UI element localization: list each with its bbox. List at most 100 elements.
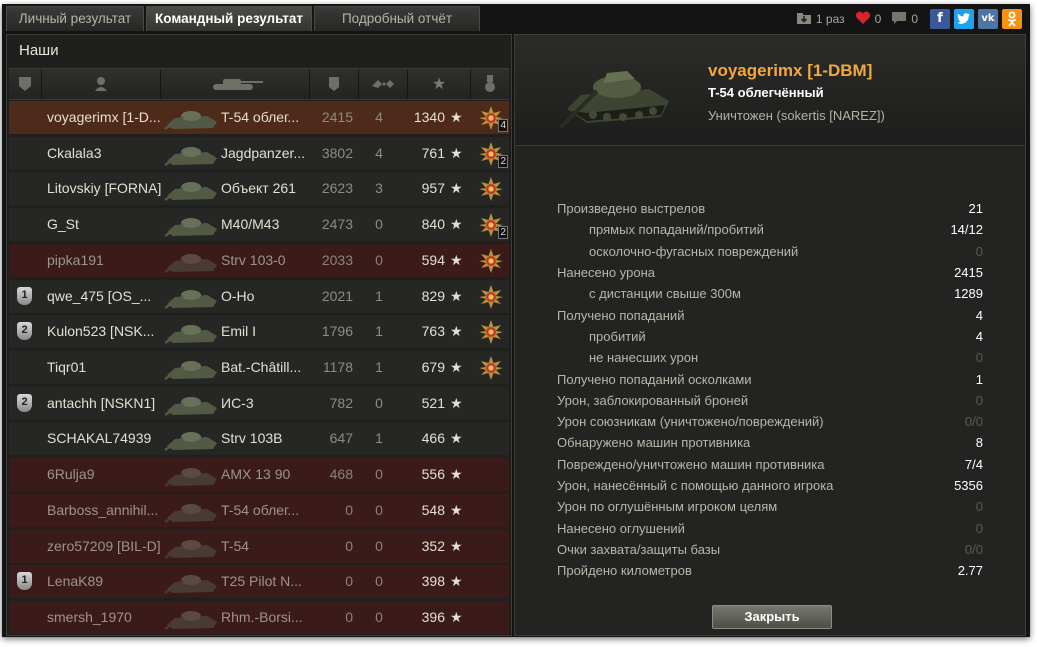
stat-label: с дистанции свыше 300м [589,286,741,302]
player-name: Ckalala3 [47,144,102,161]
damage-value: 647 [329,430,353,447]
class-badge-icon: 1 [17,572,32,591]
download-icon[interactable] [796,11,812,28]
xp-value: 548 [421,501,445,518]
damage-value: 0 [345,573,353,590]
medal-icon[interactable] [479,248,503,273]
xp-value: 679 [421,359,445,376]
medal-icon[interactable] [479,284,503,309]
medal-icon[interactable]: 2 [479,141,508,168]
player-row[interactable]: Litovskiy [FORNA] Объект 261 2623 3 957 ★ [9,172,509,206]
detail-header: voyagerimx [1-DBM] T-54 облегчённый Унич… [515,35,1025,146]
vehicle-name: ИС-3 [221,394,254,411]
stat-label: Получено попаданий осколками [557,371,752,387]
stat-label: прямых попаданий/пробитий [589,222,764,238]
close-button[interactable]: Закрыть [712,605,832,629]
stat-row: Произведено выстрелов 21 [555,198,987,219]
player-row[interactable]: pipka191 Strv 103-0 2033 0 594 ★ [9,243,509,279]
stat-value: 8 [975,435,983,451]
player-name: SCHAKAL74939 [47,430,152,447]
medal-icon[interactable] [479,177,503,202]
stat-label: не нанесших урон [589,350,699,366]
medals-column-icon[interactable] [471,69,509,99]
player-row[interactable]: 2 Kulon523 [NSK... Emil I 1796 1 763 ★ [9,315,509,349]
stat-row: прямых попаданий/пробитий 14/12 [555,219,987,240]
facebook-icon[interactable]: f [930,9,950,29]
damage-value: 1178 [322,359,353,376]
frags-value: 1 [375,323,383,340]
stat-value: 2415 [954,264,983,280]
medal-icon[interactable]: 2 [479,213,508,240]
vehicle-name: Rhm.-Borsi... [221,609,303,626]
xp-star-icon: ★ [450,394,463,411]
medal-icon[interactable]: 4 [479,106,508,132]
damage-value: 2021 [321,287,353,304]
vk-icon[interactable]: vk [978,9,998,29]
vehicle-name: T-54 [221,537,250,554]
player-row[interactable]: Barboss_annihil... T-54 облег... 0 0 548 ★ [9,493,509,529]
player-row[interactable]: Ckalala3 Jagdpanzer... 3802 4 761 ★ 2 [9,136,509,170]
medal-count: 2 [498,154,508,168]
vehicle-name: Bat.-Châtill... [221,359,302,376]
medal-icon[interactable] [479,320,503,345]
player-row[interactable]: 6Rulja9 AMX 13 90 468 0 556 ★ [9,458,509,492]
twitter-icon[interactable] [954,9,974,29]
xp-star-icon: ★ [450,323,463,340]
stat-label: Обнаружено машин противника [557,435,751,451]
stat-value: 0 [975,243,983,259]
vehicle-column-icon[interactable] [161,69,310,99]
class-badge-icon: 2 [17,393,32,412]
damage-value: 2033 [321,251,353,268]
player-row[interactable]: zero57209 [BIL-D] T-54 0 0 352 ★ [9,529,509,563]
player-row[interactable]: SCHAKAL74939 Strv 103B 647 1 466 ★ [9,422,509,456]
xp-value: 1340 [413,109,445,125]
xp-star-icon: ★ [450,466,463,483]
xp-column-icon[interactable]: ★ [408,69,471,99]
stat-label: Повреждено/уничтожено машин противника [557,456,825,472]
comments-count: 0 [911,12,918,26]
xp-star-icon: ★ [450,109,463,125]
stat-label: Урон союзникам (уничтожено/повреждений) [557,414,824,430]
stat-label: Произведено выстрелов [557,201,706,216]
detail-vehicle-name: T-54 облегчённый [708,85,824,100]
frags-value: 0 [375,466,383,483]
player-row[interactable]: G_St M40/M43 2473 0 840 ★ 2 [9,208,509,243]
vehicle-icon [161,246,221,279]
frags-column-icon[interactable] [359,69,408,99]
comment-icon[interactable] [891,11,907,28]
player-name: G_St [47,216,79,233]
damage-column-icon[interactable] [310,69,359,99]
tab-detailed[interactable]: Подробный отчёт [314,6,480,31]
xp-star-icon: ★ [450,359,463,376]
player-column-icon[interactable] [42,69,161,99]
player-row[interactable]: voyagerimx [1-D... T-54 облег... 2415 4 1340… [9,101,509,134]
stat-label: Очки захвата/защиты базы [557,542,721,557]
tab-team[interactable]: Командный результат [146,6,312,31]
badge-column-icon[interactable] [9,69,42,99]
vehicle-name: Strv 103-0 [221,251,286,268]
player-row[interactable]: Tiqr01 Bat.-Châtill... 1178 1 679 ★ [9,351,509,385]
player-row[interactable]: 1 qwe_475 [OS_... O-Ho 2021 1 829 ★ [9,279,509,313]
player-row[interactable]: 1 LenaK89 T25 Pilot N... 0 0 398 ★ [9,565,509,599]
team-panel: Наши ★ voyagerimx [1-D... T-54 облег... 24… [6,34,512,636]
heart-icon[interactable] [855,11,871,28]
vehicle-icon [161,210,221,243]
player-row[interactable]: smersh_1970 Rhm.-Borsi... 0 0 396 ★ [9,601,509,635]
vehicle-icon [161,496,221,529]
medal-icon[interactable] [479,356,503,381]
xp-value: 352 [421,537,445,554]
stat-label: Урон по оглушённым игроком целям [557,499,778,515]
tab-personal[interactable]: Личный результат [6,6,144,31]
stat-row: не нанесших урон 0 [555,347,987,368]
player-name: voyagerimx [1-D... [47,109,161,125]
player-row[interactable]: 2 antachh [NSKN1] ИС-3 782 0 521 ★ [9,386,509,420]
vehicle-name: Strv 103B [221,430,283,447]
stat-label: Нанесено урона [557,264,656,280]
damage-value: 468 [329,466,353,483]
stat-row: Урон союзникам (уничтожено/повреждений) 0… [555,411,987,432]
odnoklassniki-icon[interactable] [1002,9,1022,29]
stat-value: 0 [975,520,983,536]
xp-value: 556 [421,466,445,483]
frags-value: 0 [375,394,383,411]
vehicle-name: T-54 облег... [221,501,300,518]
